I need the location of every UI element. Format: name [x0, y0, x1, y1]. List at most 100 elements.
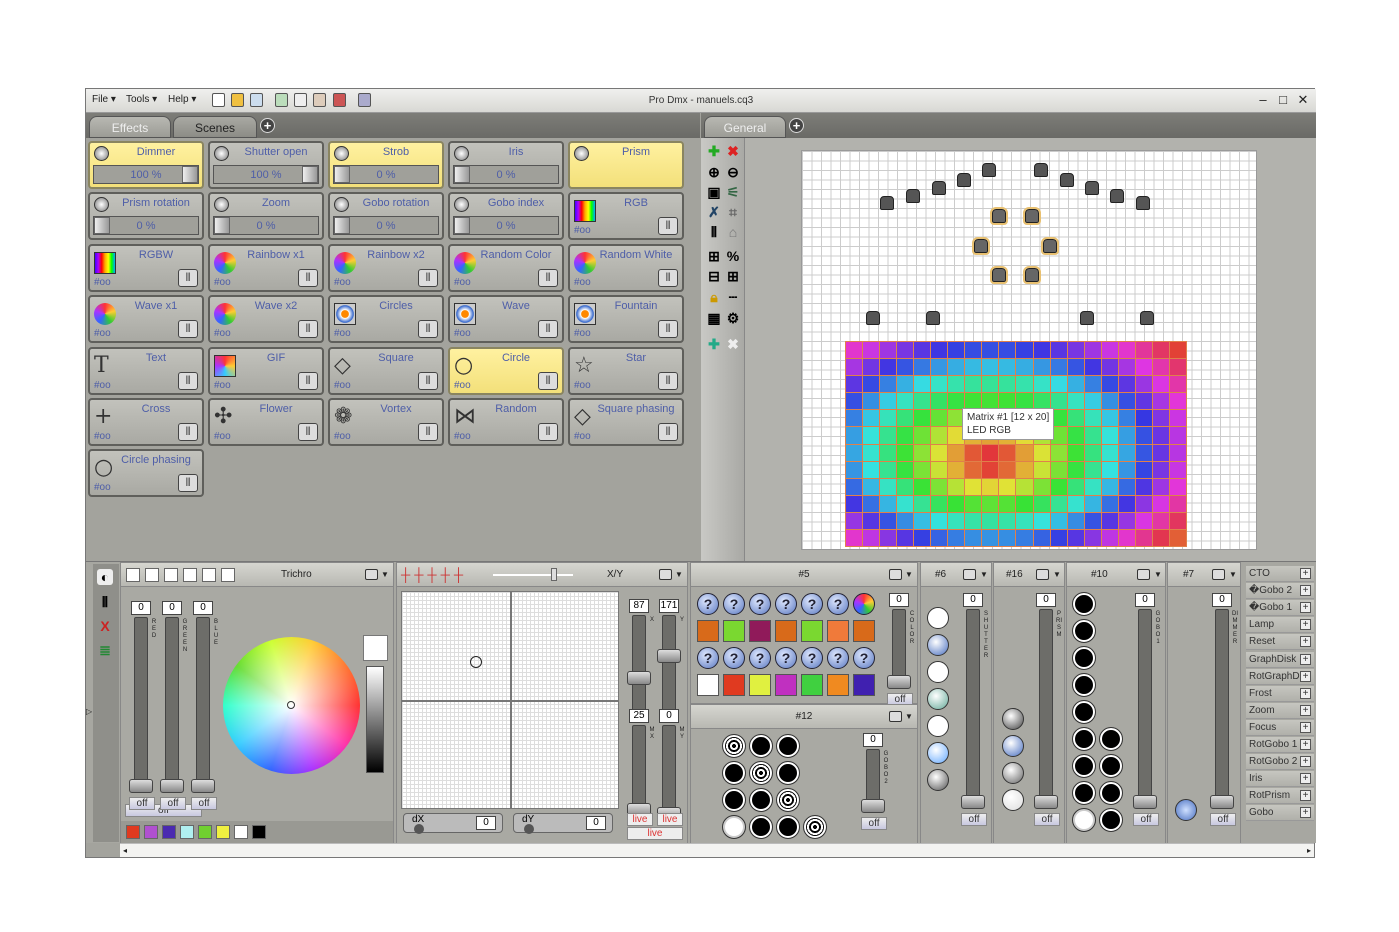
matrix-cell[interactable]	[846, 529, 863, 546]
import-icon[interactable]	[275, 93, 288, 107]
matrix-cell[interactable]	[1033, 529, 1050, 546]
matrix-cell[interactable]	[982, 512, 999, 529]
matrix-cell[interactable]	[914, 410, 931, 427]
matrix-cell[interactable]	[1101, 342, 1118, 359]
add-channel-icon[interactable]: +	[1300, 721, 1311, 733]
trash-icon[interactable]: ⌂	[725, 224, 741, 240]
matrix-cell[interactable]	[880, 461, 897, 478]
matrix-cell[interactable]	[1135, 359, 1152, 376]
moving-head-fixture[interactable]	[906, 189, 920, 203]
slider-track[interactable]	[165, 617, 179, 793]
gobo-button[interactable]	[776, 734, 800, 758]
fader-icon[interactable]: ⫴	[178, 320, 198, 339]
off-button[interactable]: off	[191, 797, 217, 810]
matrix-cell[interactable]	[1152, 393, 1169, 410]
matrix-cell[interactable]	[948, 342, 965, 359]
moving-head-fixture[interactable]	[1034, 163, 1048, 177]
matrix-cell[interactable]	[1152, 529, 1169, 546]
color-slot-button[interactable]	[801, 674, 823, 696]
matrix-cell[interactable]	[863, 427, 880, 444]
new-file-icon[interactable]	[212, 93, 225, 107]
matrix-cell[interactable]	[846, 495, 863, 512]
matrix-cell[interactable]	[1067, 461, 1084, 478]
matrix-cell[interactable]	[1118, 478, 1135, 495]
gobo-button[interactable]	[1099, 781, 1123, 805]
effect-tile[interactable]: Strob 0 %	[328, 141, 444, 189]
fader-icon[interactable]: ⫴	[418, 268, 438, 287]
slider-track[interactable]	[662, 615, 676, 715]
matrix-cell[interactable]	[1016, 478, 1033, 495]
align-icon[interactable]: ⊟	[706, 268, 722, 284]
matrix-cell[interactable]	[1067, 359, 1084, 376]
matrix-cell[interactable]	[982, 444, 999, 461]
matrix-cell[interactable]	[931, 478, 948, 495]
matrix-cell[interactable]	[1033, 478, 1050, 495]
slider-handle[interactable]	[1133, 795, 1157, 809]
slider-handle[interactable]	[129, 779, 153, 793]
selected-fixture[interactable]	[972, 237, 990, 255]
matrix-cell[interactable]	[1169, 444, 1186, 461]
fader-icon[interactable]: ⫴	[538, 423, 558, 441]
matrix-cell[interactable]	[948, 444, 965, 461]
moving-head-fixture[interactable]	[926, 311, 940, 325]
matrix-cell[interactable]	[931, 529, 948, 546]
matrix-cell[interactable]	[897, 529, 914, 546]
color-slot-button[interactable]	[827, 674, 849, 696]
slider-track[interactable]	[632, 615, 646, 715]
matrix-cell[interactable]	[880, 427, 897, 444]
matrix-cell[interactable]	[1135, 512, 1152, 529]
group-icon[interactable]: ⊞	[725, 268, 741, 284]
preset-slot[interactable]	[221, 568, 235, 582]
fader-icon[interactable]: ⫴	[298, 320, 318, 339]
matrix-cell[interactable]	[1169, 461, 1186, 478]
matrix-cell[interactable]	[1118, 376, 1135, 393]
off-button[interactable]: off	[961, 813, 987, 826]
moving-head-fixture[interactable]	[957, 173, 971, 187]
gobo-button[interactable]	[1072, 700, 1096, 724]
matrix-cell[interactable]	[863, 359, 880, 376]
slider-handle[interactable]	[334, 217, 350, 235]
unknown-color-button[interactable]: ?	[801, 647, 823, 669]
matrix-cell[interactable]	[982, 478, 999, 495]
matrix-cell[interactable]	[914, 478, 931, 495]
off-button[interactable]: off	[1133, 813, 1159, 826]
matrix-cell[interactable]	[1084, 495, 1101, 512]
unknown-color-button[interactable]: ?	[749, 593, 771, 615]
matrix-cell[interactable]	[1118, 427, 1135, 444]
line-icon[interactable]: ┄	[725, 289, 741, 305]
selected-fixture[interactable]	[990, 207, 1008, 225]
matrix-cell[interactable]	[897, 427, 914, 444]
panel-menu-button[interactable]	[1212, 569, 1225, 580]
panel-menu-button[interactable]	[365, 569, 378, 580]
matrix-cell[interactable]	[1050, 478, 1067, 495]
matrix-cell[interactable]	[897, 512, 914, 529]
prism-preset-button[interactable]	[1002, 762, 1024, 784]
matrix-cell[interactable]	[914, 512, 931, 529]
matrix-cell[interactable]	[1084, 529, 1101, 546]
slider-value[interactable]: 25	[629, 709, 649, 723]
matrix-cell[interactable]	[1118, 410, 1135, 427]
effect-level-slider[interactable]: 0 %	[333, 216, 439, 236]
channel-list-item[interactable]: Zoom +	[1246, 702, 1314, 719]
color-picker-cursor[interactable]	[287, 701, 295, 709]
preset-slot[interactable]	[202, 568, 216, 582]
panel-menu-button[interactable]	[889, 569, 902, 580]
prism-preset-button[interactable]	[1002, 708, 1024, 730]
slider-handle[interactable]	[657, 649, 681, 664]
matrix-cell[interactable]	[1152, 444, 1169, 461]
matrix-cell[interactable]	[846, 427, 863, 444]
channel-list-item[interactable]: Reset +	[1246, 634, 1314, 651]
fader-icon[interactable]: ⫴	[538, 371, 558, 390]
matrix-cell[interactable]	[1152, 376, 1169, 393]
color-slot-button[interactable]	[723, 620, 745, 642]
slider-value[interactable]: 0	[889, 593, 909, 607]
matrix-cell[interactable]	[965, 376, 982, 393]
channel-list-item[interactable]: RotPrism +	[1246, 788, 1314, 805]
effect-tile[interactable]: Cross + #oo ⫴	[88, 398, 204, 446]
effect-tile[interactable]: Random ⋈ #oo ⫴	[448, 398, 564, 446]
matrix-cell[interactable]	[1050, 529, 1067, 546]
slider-value[interactable]: 171	[659, 599, 679, 613]
slider-value[interactable]: 0	[1036, 593, 1056, 607]
moving-head-fixture[interactable]	[1080, 311, 1094, 325]
effect-tile[interactable]: Random Color #oo ⫴	[448, 243, 564, 292]
